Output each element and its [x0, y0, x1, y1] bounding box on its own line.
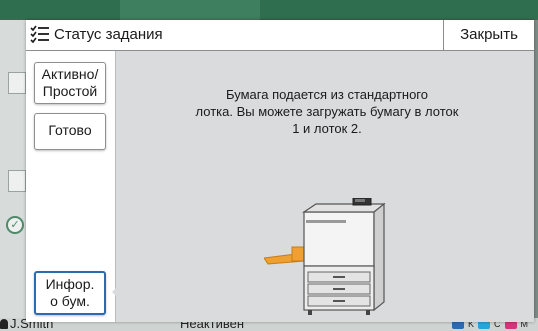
job-status-dialog: Статус задания Закрыть Активно/ Простой … — [26, 20, 534, 322]
user-icon — [0, 319, 8, 329]
tab-paper-info[interactable]: Инфор. о бум. — [34, 271, 106, 315]
tab-label: Инфор. — [45, 276, 95, 292]
dialog-title: Статус задания — [54, 26, 163, 43]
tab-label: Активно/ — [41, 66, 99, 82]
paper-feed-message: Бумага подается из стандартного лотка. В… — [144, 86, 510, 137]
job-status-list-icon — [30, 25, 49, 44]
background-left-panel — [0, 20, 26, 331]
background-tile — [8, 72, 26, 94]
tab-label: о бум. — [50, 293, 90, 309]
background-tile — [8, 170, 26, 192]
dialog-header: Статус задания Закрыть — [26, 20, 534, 51]
close-button[interactable]: Закрыть — [443, 20, 534, 50]
printer-icon — [264, 198, 386, 315]
tab-label: Простой — [42, 83, 98, 99]
tab-completed[interactable]: Готово — [34, 113, 106, 150]
background-tab — [120, 0, 260, 20]
message-line: 1 и лоток 2. — [292, 121, 362, 136]
tab-label: Готово — [48, 122, 92, 138]
background-top-strip — [0, 0, 538, 20]
selected-tab-pointer — [112, 283, 121, 301]
dialog-sidebar: Активно/ Простой Готово Инфор. о бум. — [26, 51, 116, 322]
tab-active-idle[interactable]: Активно/ Простой — [34, 62, 106, 104]
check-circle-icon: ✓ — [6, 216, 24, 234]
paper-info-panel: Бумага подается из стандартного лотка. В… — [116, 51, 534, 322]
message-line: Бумага подается из стандартного — [226, 87, 428, 102]
message-line: лотка. Вы можете загружать бумагу в лото… — [195, 104, 459, 119]
